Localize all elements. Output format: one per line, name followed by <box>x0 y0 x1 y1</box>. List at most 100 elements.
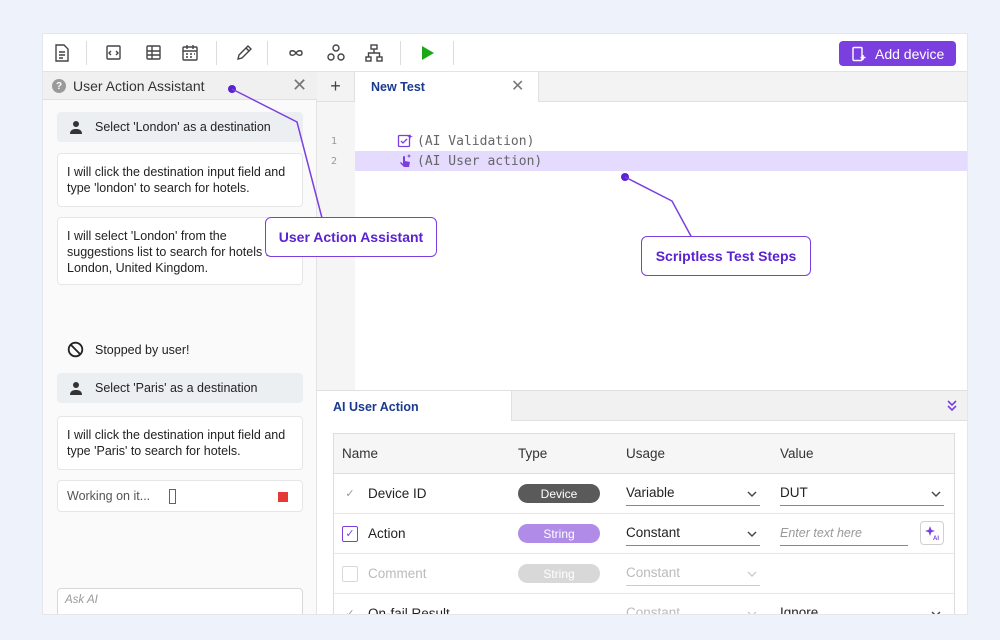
collapse-chevron-icon[interactable] <box>945 398 959 412</box>
step-parameters-panel: AI User Action Name Type Usage Value ✓ D… <box>317 390 967 615</box>
value-text: Ignore <box>780 605 819 615</box>
ask-ai-input[interactable]: Ask AI <box>57 588 303 614</box>
cursor-icon <box>169 489 176 504</box>
column-header: Type <box>518 446 548 461</box>
tab-ai-user-action[interactable]: AI User Action <box>317 391 511 421</box>
toolbar: Add device <box>43 34 967 72</box>
type-badge: Device <box>518 484 600 503</box>
data-table-icon[interactable] <box>143 42 165 64</box>
ai-message: I will click the destination input field… <box>57 416 303 470</box>
row-checkbox[interactable]: ✓ <box>342 526 358 542</box>
status-text: Stopped by user! <box>95 343 190 357</box>
table-row: ✓ On-fail Result Constant Ignore <box>334 594 954 615</box>
chevron-down-icon <box>931 491 941 497</box>
toolbar-separator <box>400 41 401 65</box>
column-header: Usage <box>626 446 666 461</box>
step-text: (AI Validation) <box>417 133 535 149</box>
play-icon[interactable] <box>416 42 438 64</box>
table-row: ✓ Device ID Device Variable DUT <box>334 474 954 514</box>
chevron-down-icon <box>747 491 757 497</box>
hierarchy-icon[interactable] <box>363 42 385 64</box>
value-text: DUT <box>780 485 808 500</box>
ai-validation-icon <box>397 134 413 148</box>
steps-callout: Scriptless Test Steps <box>641 236 811 276</box>
column-header: Value <box>780 446 814 461</box>
usage-value: Variable <box>626 485 675 500</box>
add-device-icon <box>852 46 866 61</box>
stop-circle-icon <box>67 341 84 358</box>
value-input[interactable]: Enter text here <box>780 524 908 546</box>
loop-icon[interactable] <box>285 42 307 64</box>
usage-select[interactable]: Constant <box>626 524 760 546</box>
assistant-callout: User Action Assistant <box>265 217 437 257</box>
edit-icon[interactable] <box>233 42 255 64</box>
app-window: Add device ? User Action Assistant ✕ Sel… <box>42 33 968 615</box>
help-icon[interactable]: ? <box>52 79 66 93</box>
toolbar-separator <box>453 41 454 65</box>
close-tab-icon[interactable]: ✕ <box>511 76 524 96</box>
add-code-icon[interactable] <box>103 42 125 64</box>
assistant-title: User Action Assistant <box>73 78 205 94</box>
chevron-down-icon <box>747 611 757 614</box>
message-text: Select 'London' as a destination <box>95 120 271 134</box>
ai-assist-button[interactable]: AI <box>920 521 944 545</box>
group-icon[interactable] <box>325 42 347 64</box>
usage-value: Constant <box>626 565 681 580</box>
calendar-icon[interactable] <box>179 42 201 64</box>
usage-value: Constant <box>626 525 681 540</box>
add-device-button[interactable]: Add device <box>839 41 956 66</box>
toolbar-separator <box>267 41 268 65</box>
step-text: (AI User action) <box>417 153 543 169</box>
tab-new-test[interactable]: New Test ✕ <box>355 72 539 102</box>
line-number: 2 <box>331 156 338 167</box>
svg-text:AI: AI <box>933 536 939 541</box>
toolbar-separator <box>86 41 87 65</box>
test-step-selected[interactable]: (AI User action) <box>355 151 967 171</box>
panel-tab-strip <box>511 391 967 421</box>
user-message: Select 'London' as a destination <box>57 112 303 142</box>
chevron-down-icon <box>931 611 941 614</box>
table-header: Name Type Usage Value <box>334 434 954 474</box>
type-badge: String <box>518 524 600 543</box>
usage-select: Constant <box>626 564 760 586</box>
person-icon <box>70 382 82 395</box>
usage-value: Constant <box>626 605 681 615</box>
working-indicator: Working on it... <box>57 480 303 512</box>
close-icon[interactable]: ✕ <box>292 76 307 94</box>
person-icon <box>70 121 82 134</box>
param-name: Action <box>368 526 406 541</box>
usage-select[interactable]: Constant <box>626 604 760 615</box>
type-badge: String <box>518 564 600 583</box>
value-select[interactable]: Ignore <box>780 604 944 615</box>
ai-message: I will click the destination input field… <box>57 153 303 207</box>
table-row: ✓ Action String Constant Enter text here… <box>334 514 954 554</box>
param-name: Device ID <box>368 486 427 501</box>
row-checkbox[interactable] <box>342 566 358 582</box>
add-device-label: Add device <box>875 45 945 62</box>
table-row: Comment String Constant <box>334 554 954 594</box>
user-message: Select 'Paris' as a destination <box>57 373 303 403</box>
user-action-assistant-panel: ? User Action Assistant ✕ Select 'London… <box>43 72 317 614</box>
ai-sparkle-icon: AI <box>925 526 939 541</box>
ai-user-action-icon <box>400 154 412 167</box>
parameters-table: Name Type Usage Value ✓ Device ID Device… <box>333 433 955 615</box>
value-select[interactable]: DUT <box>780 484 944 506</box>
add-tab-button[interactable]: + <box>317 72 355 102</box>
line-number: 1 <box>331 136 338 147</box>
row-checkbox[interactable]: ✓ <box>342 486 358 502</box>
working-text: Working on it... <box>67 489 151 503</box>
stopped-status: Stopped by user! <box>57 337 303 363</box>
test-step[interactable]: (AI Validation) <box>355 131 967 151</box>
new-file-icon[interactable] <box>51 42 73 64</box>
toolbar-separator <box>216 41 217 65</box>
column-header: Name <box>342 446 379 461</box>
param-name: Comment <box>368 566 427 581</box>
tab-label: New Test <box>371 80 425 94</box>
message-text: Select 'Paris' as a destination <box>95 381 258 395</box>
assistant-header: ? User Action Assistant ✕ <box>43 72 317 100</box>
stop-button[interactable] <box>278 492 288 502</box>
usage-select[interactable]: Variable <box>626 484 760 506</box>
tab-strip <box>539 72 967 102</box>
row-checkbox[interactable]: ✓ <box>342 606 358 614</box>
chevron-down-icon <box>747 531 757 537</box>
